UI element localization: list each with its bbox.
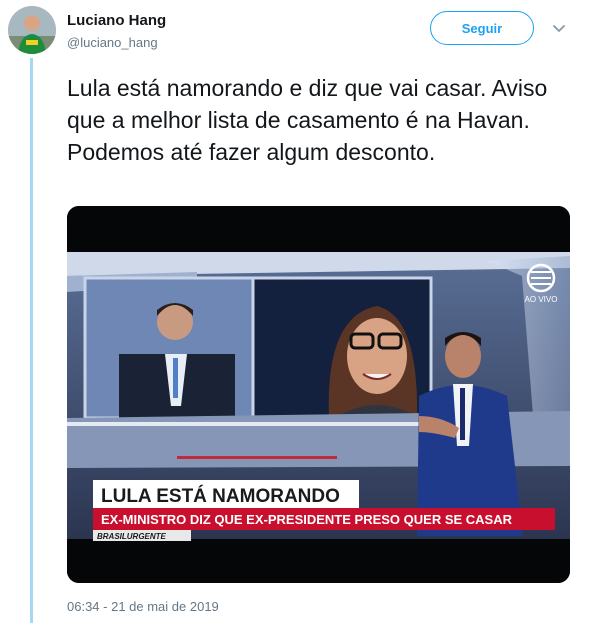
- author-name[interactable]: Luciano Hang: [67, 12, 166, 29]
- tv-screenshot: AO VIVO LULA ESTÁ NAMORANDO EX-MINISTRO …: [67, 206, 570, 583]
- news-headline: LULA ESTÁ NAMORANDO: [101, 485, 340, 507]
- tweet-timestamp[interactable]: 06:34 - 21 de mai de 2019: [67, 599, 219, 614]
- chevron-down-icon[interactable]: [553, 25, 565, 33]
- news-subheadline: EX-MINISTRO DIZ QUE EX-PRESIDENTE PRESO …: [101, 512, 513, 527]
- follow-button[interactable]: Seguir: [430, 11, 534, 45]
- avatar[interactable]: [8, 6, 56, 54]
- program-tag: BRASILURGENTE: [97, 532, 167, 541]
- tweet-text: Lula está namorando e diz que vai casar.…: [67, 75, 548, 165]
- tweet-media[interactable]: AO VIVO LULA ESTÁ NAMORANDO EX-MINISTRO …: [67, 206, 570, 583]
- thread-line: [30, 58, 33, 623]
- author-handle[interactable]: @luciano_hang: [67, 35, 158, 50]
- live-label: AO VIVO: [525, 295, 558, 304]
- avatar-image: [8, 6, 56, 54]
